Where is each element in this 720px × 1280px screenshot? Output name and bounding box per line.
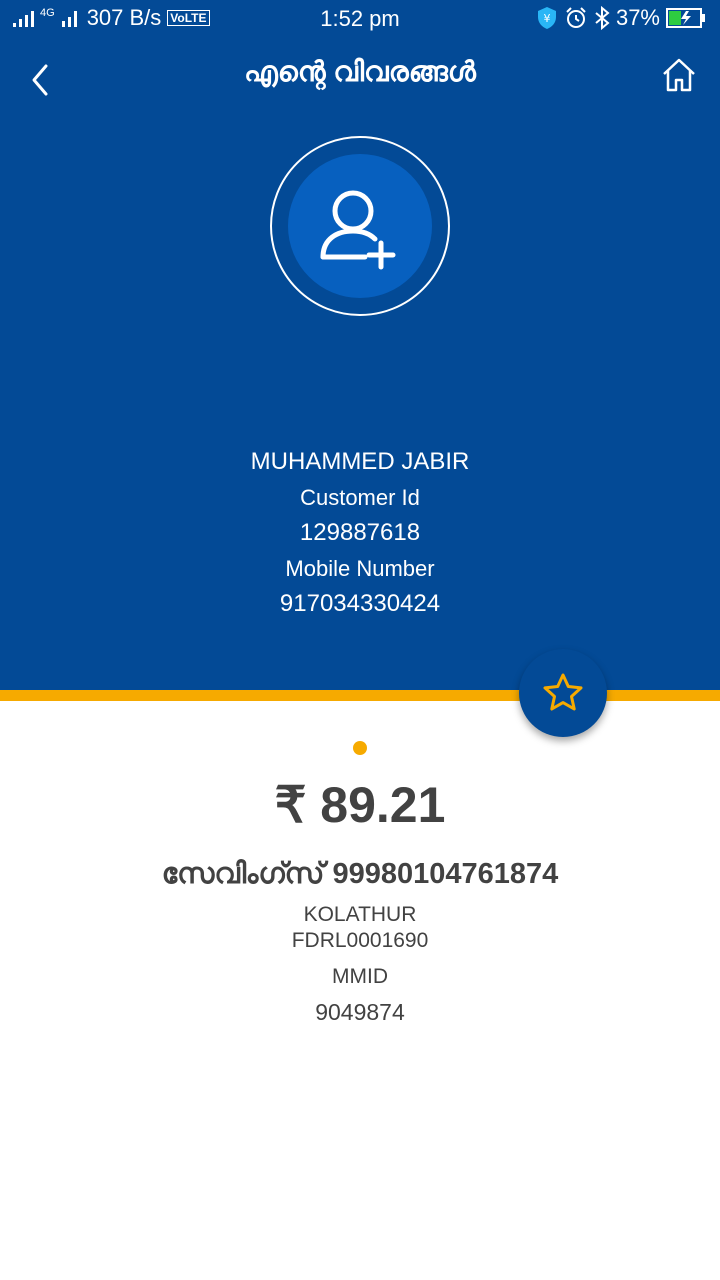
battery-charging-icon: [666, 8, 705, 28]
battery-percent: 37%: [615, 5, 660, 30]
mmid-value: 9049874: [315, 999, 405, 1025]
home-button[interactable]: [660, 56, 698, 94]
star-icon: [543, 673, 583, 711]
svg-text:¥: ¥: [543, 12, 550, 25]
bluetooth-icon: [595, 6, 610, 30]
mobile-number-value: 917034330424: [279, 590, 441, 617]
ifsc-code: FDRL0001690: [291, 929, 429, 952]
status-bar: 4G 307 B/s VoLTE 1:52 pm ¥ 37%: [0, 0, 720, 36]
profile-header: എന്റെ വിവരങ്ങൾ MUHAMMED JABIR Customer I…: [0, 36, 720, 690]
shield-icon: ¥: [537, 7, 556, 29]
customer-name: MUHAMMED JABIR: [250, 448, 470, 475]
add-profile-photo-button[interactable]: [288, 154, 432, 298]
add-user-icon: [320, 190, 396, 270]
account-balance: ₹ 89.21: [274, 777, 446, 833]
branch-name: KOLATHUR: [303, 903, 417, 926]
alarm-icon: [566, 7, 586, 28]
mobile-number-label: Mobile Number: [285, 556, 435, 581]
page-indicator-dot[interactable]: [353, 741, 367, 755]
accent-divider: [0, 690, 720, 701]
avatar-ring: [270, 136, 450, 316]
customer-id-value: 129887618: [299, 519, 421, 546]
page-title: എന്റെ വിവരങ്ങൾ: [244, 56, 476, 87]
favorite-button[interactable]: [519, 649, 607, 737]
customer-id-label: Customer Id: [300, 485, 420, 510]
mmid-label: MMID: [332, 965, 388, 988]
account-title: സേവിംഗ്സ് 99980104761874: [161, 858, 559, 890]
